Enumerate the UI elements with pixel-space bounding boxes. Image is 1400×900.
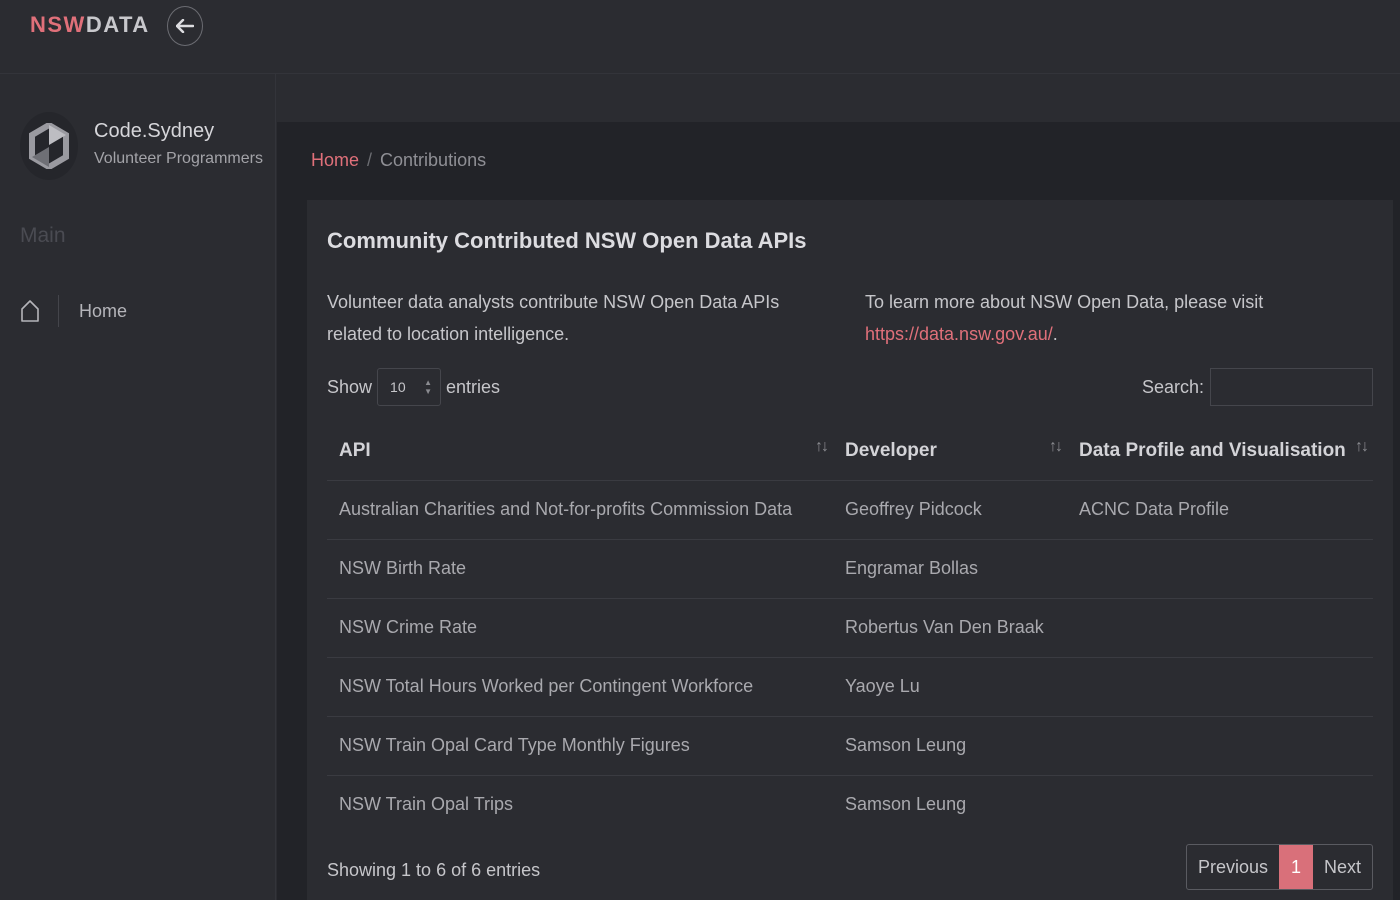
column-header-api[interactable]: API ↑↓ [327,422,833,481]
api-cell: Australian Charities and Not-for-profits… [339,499,793,519]
table-row: NSW Crime Rate Robertus Van Den Braak [327,598,1373,657]
table-header-row: API ↑↓ Developer ↑↓ Data Profile and Visua… [327,422,1373,481]
entries-label: entries [446,376,501,397]
column-header-label: Developer [845,439,937,461]
data-profile-cell [1067,539,1373,598]
data-profile-cell[interactable]: ACNC Data Profile [1067,480,1373,539]
intro-link-prefix: To learn more about NSW Open Data, pleas… [865,292,1264,312]
search-label: Search: [1141,376,1204,397]
home-icon [18,297,42,325]
intro-link-text: To learn more about NSW Open Data, pleas… [865,286,1365,350]
column-header-data-profile[interactable]: Data Profile and Visualisation ↑↓ [1067,422,1373,481]
org-name: Code.Sydney [94,120,215,142]
next-button[interactable]: Next [1313,845,1372,889]
brand-nsw: NSW [30,12,86,37]
sort-icon: ↑↓ [815,438,829,455]
subheader-bar [277,74,1400,122]
table-row: NSW Birth Rate Engramar Bollas [327,539,1373,598]
developer-cell: Engramar Bollas [845,558,979,578]
table-row: NSW Train Opal Card Type Monthly Figures… [327,716,1373,775]
api-cell: NSW Train Opal Card Type Monthly Figures [339,735,690,755]
contributions-card: Community Contributed NSW Open Data APIs… [307,200,1393,900]
page-length-select[interactable]: 10 ▲ ▼ [377,368,442,406]
contributions-table: API ↑↓ Developer ↑↓ Data Profile and Visua… [327,422,1373,834]
nav-divider [58,295,59,327]
api-cell: NSW Train Opal Trips [339,794,514,815]
table-row: Australian Charities and Not-for-profits… [327,480,1373,539]
column-header-label: Data Profile and Visualisation [1079,439,1346,461]
table-info: Showing 1 to 6 of 6 entries [327,860,541,880]
api-cell: NSW Total Hours Worked per Contingent Wo… [339,676,754,696]
top-bar: NSWDATA [0,0,1400,74]
sidebar: Code.Sydney Volunteer Programmers Main H… [0,74,276,900]
breadcrumb-home-link[interactable]: Home [311,150,359,170]
intro-text: Volunteer data analysts contribute NSW O… [327,292,780,344]
breadcrumb-current: Contributions [380,150,487,170]
column-header-developer[interactable]: Developer ↑↓ [833,422,1067,481]
developer-cell: Samson Leung [845,735,967,755]
intro-link-suffix: . [1052,324,1058,344]
data-profile-cell [1067,716,1373,775]
search-input[interactable] [1210,368,1373,406]
sidebar-item-label: Home [79,300,128,321]
column-header-label: API [339,439,371,461]
nsw-open-data-link[interactable]: https://data.nsw.gov.au/ [865,324,1053,344]
arrow-left-icon [176,19,194,33]
developer-cell: Yaoye Lu [845,676,920,696]
main-content: Home / Contributions Community Contributed… [277,122,1400,900]
brand-data: DATA [85,12,150,37]
sort-icon: ↑↓ [1355,438,1369,455]
data-profile-cell [1067,598,1373,657]
show-label: Show [327,376,373,397]
developer-cell: Geoffrey Pidcock [845,499,982,519]
select-arrows-icon: ▲ ▼ [424,378,433,396]
data-profile-cell [1067,657,1373,716]
developer-cell: Samson Leung [845,794,967,815]
search-control: Search: [1142,368,1373,406]
org-subtitle: Volunteer Programmers [94,150,263,167]
page-length-control: Show 10 ▲ ▼ entries [327,368,500,406]
sidebar-item-home[interactable]: Home [18,294,258,328]
sidebar-toggle-button[interactable] [167,6,203,46]
org-profile: Code.Sydney Volunteer Programmers [20,112,270,182]
api-cell: NSW Crime Rate [339,617,478,637]
pagination: Previous 1 Next [1185,844,1373,890]
page-length-value: 10 [390,379,406,395]
breadcrumb: Home / Contributions [311,150,486,171]
table-row: NSW Train Opal Trips Samson Leung [327,775,1373,834]
developer-cell: Robertus Van Den Braak [845,617,1044,637]
breadcrumb-separator: / [367,150,373,170]
brand-logo[interactable]: NSWDATA [30,12,150,38]
code-sydney-logo [20,112,78,180]
sort-icon: ↑↓ [1049,438,1063,455]
page-title: Community Contributed NSW Open Data APIs [327,228,807,253]
data-profile-cell [1067,775,1373,834]
api-cell: NSW Birth Rate [339,558,467,578]
page-1-button[interactable]: 1 [1278,845,1313,889]
previous-button[interactable]: Previous [1187,845,1279,889]
sidebar-section-title: Main [20,224,66,247]
table-row: NSW Total Hours Worked per Contingent Wo… [327,657,1373,716]
